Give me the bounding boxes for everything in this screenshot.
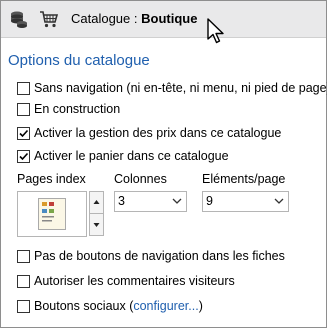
arrow-up-icon xyxy=(93,200,100,204)
checkbox-box[interactable] xyxy=(17,126,30,140)
title-prefix: Catalogue : xyxy=(71,11,142,26)
checkbox-enable-cart[interactable]: Activer le panier dans ce catalogue xyxy=(17,148,229,164)
items-per-page-value: 9 xyxy=(206,194,213,208)
checkbox-label: Pas de boutons de navigation dans les fi… xyxy=(34,249,285,263)
section-title: Options du catalogue xyxy=(8,52,150,69)
chevron-down-icon xyxy=(172,198,182,204)
catalogue-name: Boutique xyxy=(141,11,198,26)
checkbox-label: Sans navigation (ni en-tête, ni menu, ni… xyxy=(34,81,327,95)
checkbox-box[interactable] xyxy=(17,81,30,95)
checkbox-box[interactable] xyxy=(17,102,30,116)
checkbox-box[interactable] xyxy=(17,149,30,163)
items-per-page-label: Eléments/page xyxy=(202,172,286,186)
arrow-down-icon xyxy=(93,223,100,227)
social-label: Boutons sociaux ( xyxy=(34,299,134,313)
checkbox-no-navigation[interactable]: Sans navigation (ni en-tête, ni menu, ni… xyxy=(17,80,327,96)
check-mark-icon xyxy=(19,152,29,160)
checkbox-no-nav-buttons[interactable]: Pas de boutons de navigation dans les fi… xyxy=(17,248,285,264)
checkbox-label: Boutons sociaux (configurer...) xyxy=(34,299,203,313)
shopping-cart-icon[interactable] xyxy=(39,9,59,29)
configure-link[interactable]: configurer... xyxy=(133,299,198,313)
checkbox-label: Activer la gestion des prix dans ce cata… xyxy=(34,126,282,140)
checkbox-label: Autoriser les commentaires visiteurs xyxy=(34,274,235,288)
catalogue-title: Catalogue : Boutique xyxy=(71,11,197,26)
checkbox-box[interactable] xyxy=(17,274,30,288)
checkbox-social-buttons[interactable]: Boutons sociaux (configurer...) xyxy=(17,298,203,314)
panel-header: Catalogue : Boutique xyxy=(1,1,326,38)
checkbox-box[interactable] xyxy=(17,299,30,313)
checkbox-under-construction[interactable]: En construction xyxy=(17,101,120,117)
checkbox-price-management[interactable]: Activer la gestion des prix dans ce cata… xyxy=(17,125,281,141)
items-per-page-select[interactable]: 9 xyxy=(202,191,289,212)
columns-select[interactable]: 3 xyxy=(114,191,187,212)
chevron-down-icon xyxy=(274,198,284,204)
social-suffix: ) xyxy=(198,299,203,313)
columns-value: 3 xyxy=(118,194,125,208)
checkbox-box[interactable] xyxy=(17,249,30,263)
coins-stack-icon[interactable] xyxy=(9,9,29,29)
spin-down-button[interactable] xyxy=(89,213,104,236)
columns-label: Colonnes xyxy=(114,172,167,186)
checkbox-visitor-comments[interactable]: Autoriser les commentaires visiteurs xyxy=(17,273,235,289)
checkbox-label: En construction xyxy=(34,102,121,116)
spin-up-button[interactable] xyxy=(89,191,104,214)
mouse-pointer-icon xyxy=(206,18,226,46)
pages-index-label: Pages index xyxy=(17,172,86,186)
catalogue-panel: Catalogue : Boutique Options du catalogu… xyxy=(0,0,327,328)
checkbox-label: Activer le panier dans ce catalogue xyxy=(34,149,229,163)
page-layout-thumbnail[interactable] xyxy=(17,191,87,237)
layout-preview-icon xyxy=(38,198,66,230)
check-mark-icon xyxy=(19,129,29,137)
